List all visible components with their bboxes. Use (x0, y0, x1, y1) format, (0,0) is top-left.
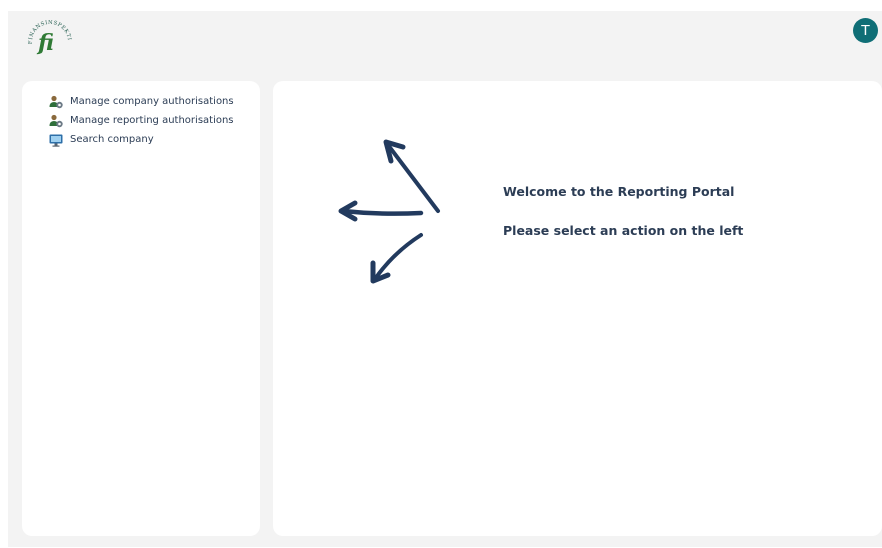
fi-logo-icon: FINANSINSPEKTIONEN fi (21, 10, 71, 56)
sidebar-item-label: Search company (70, 134, 154, 145)
fi-logo[interactable]: FINANSINSPEKTIONEN fi (21, 10, 74, 58)
main-content: Welcome to the Reporting Portal Please s… (273, 81, 882, 536)
welcome-instruction: Please select an action on the left (503, 223, 744, 238)
app-shell: FINANSINSPEKTIONEN fi T Manage company a… (8, 10, 882, 547)
sidebar-item-search-company[interactable]: Search company (48, 130, 234, 149)
monitor-search-icon (48, 132, 64, 148)
sidebar-item-manage-reporting-authorisations[interactable]: Manage reporting authorisations (48, 111, 234, 130)
users-gear-icon (48, 94, 64, 110)
welcome-message: Welcome to the Reporting Portal Please s… (503, 184, 743, 238)
users-gear-icon (48, 113, 64, 129)
sidebar: Manage company authorisations Manage rep… (22, 81, 260, 536)
pointing-arrows-icon (338, 139, 440, 284)
logo-letters: fi (36, 30, 54, 56)
welcome-title: Welcome to the Reporting Portal (503, 184, 735, 199)
sidebar-item-label: Manage reporting authorisations (70, 115, 234, 126)
sidebar-menu: Manage company authorisations Manage rep… (48, 92, 234, 149)
sidebar-item-label: Manage company authorisations (70, 96, 234, 107)
user-avatar[interactable]: T (853, 18, 878, 43)
avatar-initial: T (860, 22, 871, 39)
sidebar-item-manage-company-authorisations[interactable]: Manage company authorisations (48, 92, 234, 111)
